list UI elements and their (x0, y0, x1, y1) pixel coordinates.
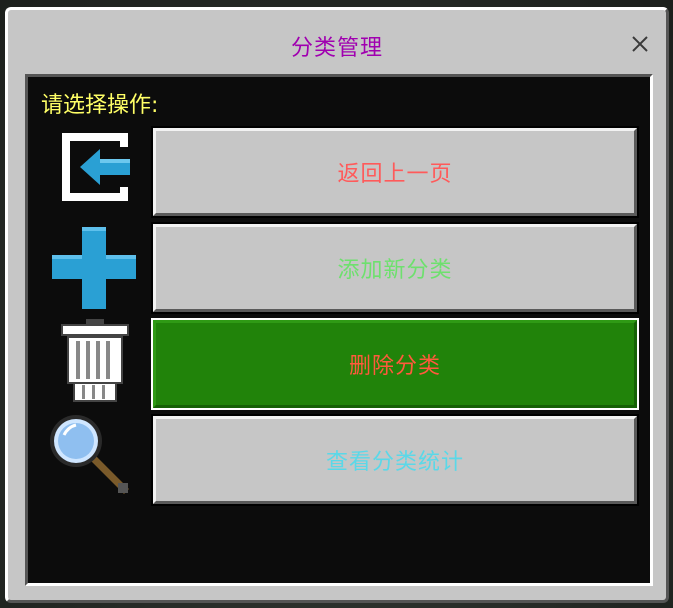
trash-can-icon (58, 317, 132, 407)
back-button-label: 返回上一页 (337, 162, 453, 187)
dialog-title: 分类管理 (290, 36, 383, 61)
magnifier-icon (46, 413, 136, 499)
category-management-dialog: 分类管理 请选择操作: 返回上一页 添加新分类 删除分类 查看分类统计 (5, 7, 669, 603)
view-statistics-button-label: 查看分类统计 (325, 450, 464, 475)
delete-category-button-label: 删除分类 (348, 354, 441, 379)
back-arrow-icon (56, 127, 134, 207)
view-statistics-button[interactable]: 查看分类统计 (151, 414, 639, 506)
add-category-button-label: 添加新分类 (337, 258, 453, 283)
back-button[interactable]: 返回上一页 (151, 126, 639, 218)
prompt-label: 请选择操作: (41, 93, 159, 118)
plus-icon (48, 223, 140, 313)
menu-panel: 请选择操作: 返回上一页 添加新分类 删除分类 查看分类统计 (25, 74, 653, 586)
add-category-button[interactable]: 添加新分类 (151, 222, 639, 314)
delete-category-button[interactable]: 删除分类 (151, 318, 639, 410)
close-icon[interactable] (628, 32, 652, 56)
